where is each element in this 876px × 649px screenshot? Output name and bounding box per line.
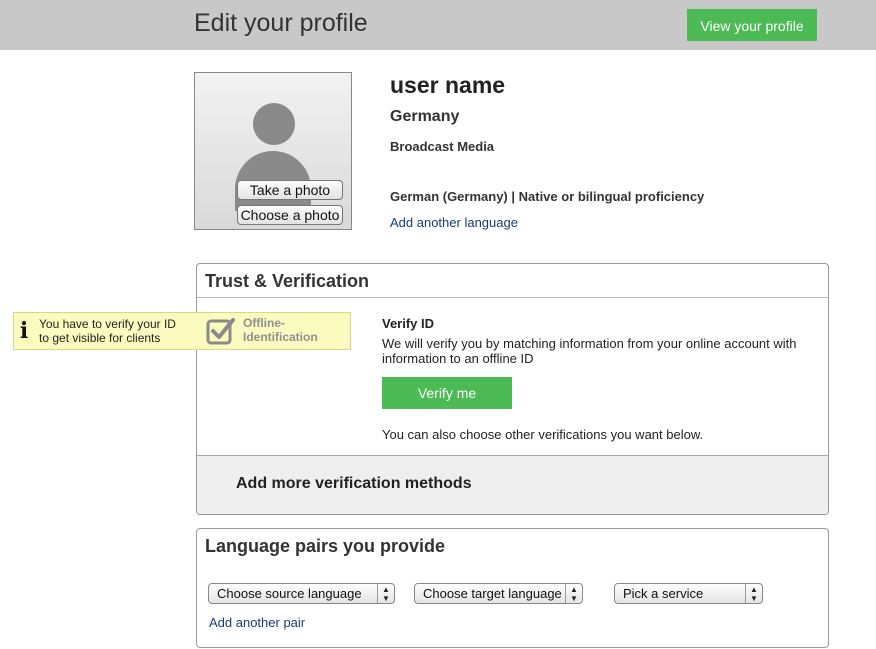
user-language: German (Germany) | Native or bilingual p… — [390, 189, 705, 204]
view-profile-button[interactable]: View your profile — [687, 9, 817, 41]
take-photo-button[interactable]: Take a photo — [237, 180, 343, 200]
user-country: Germany — [390, 108, 460, 125]
tooltip-text: You have to verify your ID to get visibl… — [39, 317, 176, 345]
verify-id-title: Verify ID — [382, 316, 435, 331]
profile-photo-box: Take a photo Choose a photo — [194, 72, 352, 230]
offline-label-line-2: Identification — [243, 330, 318, 344]
trust-panel-divider — [197, 297, 828, 298]
language-pairs-title: Language pairs you provide — [205, 536, 446, 556]
info-icon: i — [19, 318, 29, 344]
verification-hint: You can also choose other verifications … — [382, 427, 704, 442]
select-updown-icon: ▲ ▼ — [565, 584, 582, 603]
tooltip-line-1: You have to verify your ID — [39, 317, 176, 331]
verify-id-tooltip: i You have to verify your ID to get visi… — [13, 312, 351, 350]
more-verification-methods-label[interactable]: Add more verification methods — [236, 475, 472, 493]
page-title: Edit your profile — [194, 9, 368, 37]
select-updown-icon: ▲ ▼ — [745, 584, 762, 603]
service-select[interactable]: Pick a service ▲ ▼ — [614, 583, 763, 604]
verify-id-description: We will verify you by matching informati… — [382, 336, 797, 366]
user-industry: Broadcast Media — [390, 139, 495, 154]
checkbox-check-icon — [206, 318, 235, 345]
add-language-pair-link[interactable]: Add another pair — [209, 615, 305, 630]
source-language-select[interactable]: Choose source language ▲ ▼ — [208, 583, 395, 604]
service-value: Pick a service — [623, 586, 704, 601]
trust-verification-panel: Trust & Verification Verify ID We will v… — [196, 263, 829, 515]
choose-photo-button[interactable]: Choose a photo — [237, 205, 343, 225]
select-updown-icon: ▲ ▼ — [377, 584, 394, 603]
offline-label-line-1: Offline- — [243, 316, 285, 330]
top-header-bar: Edit your profile View your profile — [0, 0, 876, 50]
offline-identification-label: Offline- Identification — [243, 316, 318, 344]
trust-panel-title: Trust & Verification — [205, 271, 370, 291]
verify-me-button[interactable]: Verify me — [382, 377, 512, 409]
add-language-link[interactable]: Add another language — [390, 215, 518, 230]
target-language-value: Choose target language — [423, 586, 562, 601]
tooltip-line-2: to get visible for clients — [39, 331, 161, 345]
user-name: user name — [390, 72, 506, 98]
more-verification-methods-section[interactable]: Add more verification methods — [197, 455, 828, 514]
language-pairs-panel: Language pairs you provide Choose source… — [196, 528, 829, 648]
source-language-value: Choose source language — [217, 586, 362, 601]
avatar-placeholder-head — [253, 103, 295, 145]
target-language-select[interactable]: Choose target language ▲ ▼ — [414, 583, 583, 604]
